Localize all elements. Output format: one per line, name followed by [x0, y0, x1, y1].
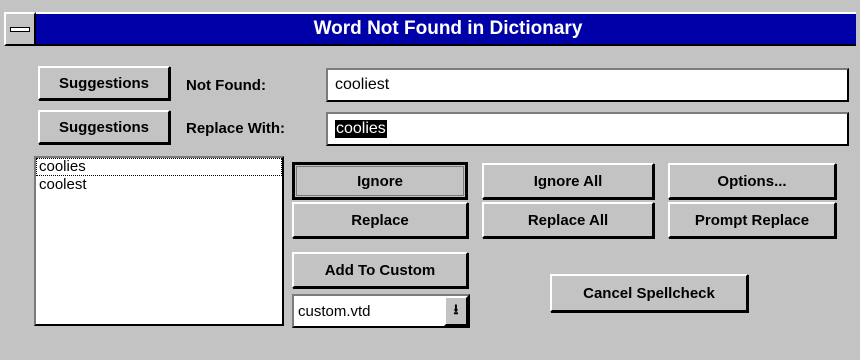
- ignore-all-button[interactable]: Ignore All: [482, 163, 654, 199]
- add-to-custom-button[interactable]: Add To Custom: [292, 252, 468, 288]
- prompt-replace-button-label: Prompt Replace: [694, 211, 810, 229]
- custom-dictionary-value: custom.vtd: [298, 302, 371, 320]
- replace-with-value: coolies: [335, 120, 387, 138]
- replace-button-label: Replace: [351, 211, 409, 229]
- suggestions-button-label: Suggestions: [58, 74, 149, 92]
- not-found-label: Not Found:: [186, 76, 266, 94]
- suggestions-button-label: Suggestions: [58, 118, 149, 136]
- suggestions-listbox[interactable]: coolies coolest: [34, 156, 284, 326]
- cancel-spellcheck-button[interactable]: Cancel Spellcheck: [550, 274, 748, 312]
- list-item-text: coolest: [39, 176, 87, 193]
- replace-all-button-label: Replace All: [527, 211, 609, 229]
- replace-with-field[interactable]: coolies: [326, 112, 849, 146]
- dropdown-arrow-icon[interactable]: ⭳: [444, 296, 468, 326]
- add-to-custom-button-label: Add To Custom: [324, 261, 436, 279]
- replace-with-label: Replace With:: [186, 119, 286, 137]
- replace-button[interactable]: Replace: [292, 202, 468, 238]
- not-found-field[interactable]: cooliest: [326, 68, 849, 102]
- system-menu-icon: [10, 27, 30, 32]
- replace-all-button[interactable]: Replace All: [482, 202, 654, 238]
- list-item-text: coolies: [39, 158, 86, 175]
- list-item[interactable]: coolest: [36, 176, 282, 194]
- not-found-value: cooliest: [335, 76, 390, 93]
- suggestions-button-replace[interactable]: Suggestions: [38, 110, 170, 144]
- spellcheck-dialog: Word Not Found in Dictionary Suggestions…: [0, 0, 860, 360]
- list-item[interactable]: coolies: [36, 158, 282, 176]
- options-button[interactable]: Options...: [668, 163, 836, 199]
- options-button-label: Options...: [717, 172, 787, 190]
- ignore-button[interactable]: Ignore: [292, 162, 468, 200]
- ignore-button-label: Ignore: [357, 172, 403, 190]
- suggestions-button-not-found[interactable]: Suggestions: [38, 66, 170, 100]
- prompt-replace-button[interactable]: Prompt Replace: [668, 202, 836, 238]
- window-title: Word Not Found in Dictionary: [313, 18, 583, 39]
- ignore-all-button-label: Ignore All: [533, 172, 603, 190]
- cancel-spellcheck-button-label: Cancel Spellcheck: [583, 284, 715, 302]
